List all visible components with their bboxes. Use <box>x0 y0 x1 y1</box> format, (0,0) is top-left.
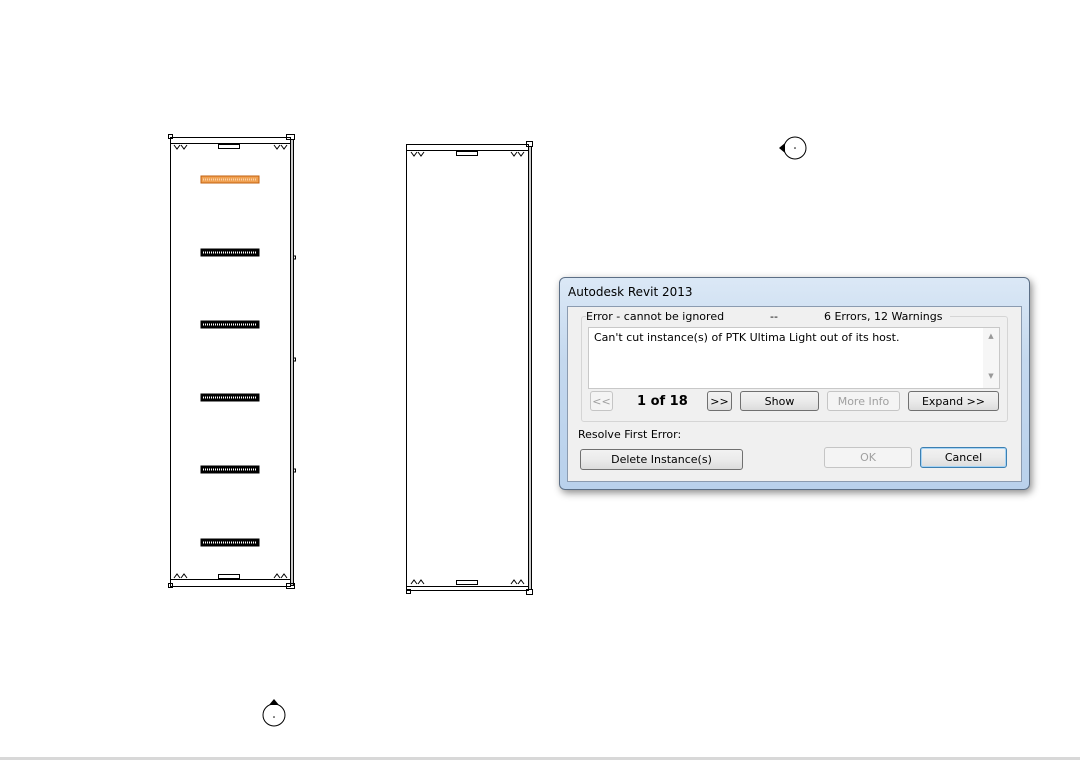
resolve-label: Resolve First Error: <box>578 428 682 441</box>
dialog-body: Error - cannot be ignored -- 6 Errors, 1… <box>567 306 1022 482</box>
expand-button[interactable]: Expand >> <box>908 391 999 411</box>
error-group: Error - cannot be ignored -- 6 Errors, 1… <box>581 310 1008 422</box>
elevation-left[interactable] <box>168 134 296 589</box>
error-summary: 6 Errors, 12 Warnings <box>823 310 943 323</box>
error-dialog: Autodesk Revit 2013 Error - cannot be ig… <box>559 277 1030 490</box>
group-label: Error - cannot be ignored -- 6 Errors, 1… <box>586 310 951 323</box>
scroll-down-icon[interactable]: ▼ <box>983 372 999 380</box>
scrollbar[interactable]: ▲ ▼ <box>983 328 999 388</box>
show-button[interactable]: Show <box>740 391 819 411</box>
error-message-box[interactable]: Can't cut instance(s) of PTK Ultima Ligh… <box>588 327 1000 389</box>
previous-button[interactable]: << <box>590 391 613 411</box>
delete-instances-button[interactable]: Delete Instance(s) <box>580 449 743 470</box>
elevation-marker-right[interactable] <box>779 136 807 160</box>
dialog-title: Autodesk Revit 2013 <box>568 285 693 299</box>
scroll-up-icon[interactable]: ▲ <box>983 332 999 340</box>
error-counter: 1 of 18 <box>637 394 688 409</box>
elevation-marker-bottom[interactable] <box>262 699 286 727</box>
error-severity: Error - cannot be ignored <box>586 310 725 323</box>
separator: -- <box>770 310 778 323</box>
elevation-right[interactable] <box>406 141 533 595</box>
error-message: Can't cut instance(s) of PTK Ultima Ligh… <box>594 331 900 344</box>
cancel-button[interactable]: Cancel <box>920 447 1007 468</box>
ok-button[interactable]: OK <box>824 447 912 468</box>
more-info-button[interactable]: More Info <box>827 391 900 411</box>
next-button[interactable]: >> <box>707 391 732 411</box>
